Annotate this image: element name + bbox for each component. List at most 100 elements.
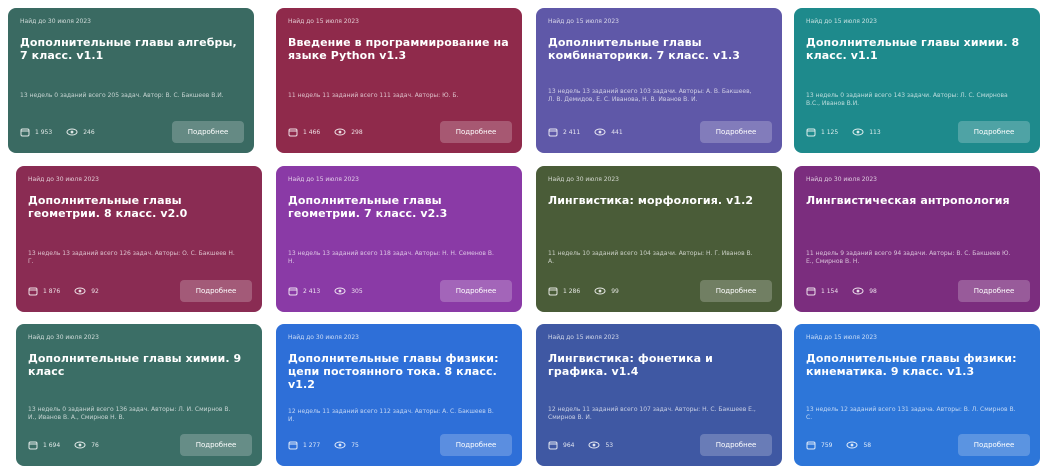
details-button[interactable]: Подробнее <box>958 434 1030 456</box>
course-meta: 11 недель 10 заданий всего 104 задачи. А… <box>548 250 753 265</box>
deadline-badge: Найд до 30 июля 2023 <box>28 176 99 183</box>
students-count: 1 125 <box>821 128 839 136</box>
details-button[interactable]: Подробнее <box>180 434 252 456</box>
eye-icon <box>334 128 346 136</box>
eye-icon <box>334 441 346 449</box>
calendar-icon <box>806 441 816 450</box>
views-stat: 75 <box>334 441 359 449</box>
card-footer: 1 953 246 Подробнее <box>20 121 244 143</box>
students-count: 964 <box>563 441 575 449</box>
details-button[interactable]: Подробнее <box>700 121 772 143</box>
course-title[interactable]: Лингвистика: фонетика и графика. v1.4 <box>548 352 770 378</box>
students-stat: 759 <box>806 440 832 450</box>
eye-icon <box>846 441 858 449</box>
students-count: 1 466 <box>303 128 321 136</box>
details-button[interactable]: Подробнее <box>700 434 772 456</box>
course-title[interactable]: Дополнительные главы алгебры, 7 класс. v… <box>20 36 242 62</box>
eye-icon <box>74 441 86 449</box>
course-card[interactable]: Найд до 30 июля 2023 Дополнительные глав… <box>16 324 262 466</box>
card-footer: 2 411 441 Подробнее <box>548 121 772 143</box>
calendar-icon <box>288 441 298 450</box>
views-count: 113 <box>869 128 881 136</box>
details-button[interactable]: Подробнее <box>440 434 512 456</box>
views-stat: 246 <box>66 128 95 136</box>
students-stat: 2 413 <box>288 286 320 296</box>
course-card[interactable]: Найд до 15 июля 2023 Дополнительные глав… <box>794 8 1040 153</box>
course-title[interactable]: Дополнительные главы химии. 8 класс. v1.… <box>806 36 1028 62</box>
calendar-icon <box>548 441 558 450</box>
views-stat: 53 <box>588 441 613 449</box>
views-stat: 92 <box>74 287 99 295</box>
students-stat: 1 154 <box>806 286 838 296</box>
course-card[interactable]: Найд до 30 июля 2023 Дополнительные глав… <box>276 324 522 466</box>
card-footer: 964 53 Подробнее <box>548 434 772 456</box>
deadline-badge: Найд до 15 июля 2023 <box>548 334 619 341</box>
course-title[interactable]: Лингвистическая антропология <box>806 194 1028 207</box>
details-button[interactable]: Подробнее <box>180 280 252 302</box>
deadline-badge: Найд до 30 июля 2023 <box>548 176 619 183</box>
course-title[interactable]: Дополнительные главы химии. 9 класс <box>28 352 250 378</box>
views-stat: 98 <box>852 287 877 295</box>
students-count: 1 876 <box>43 287 61 295</box>
course-title[interactable]: Дополнительные главы физики: цепи постоя… <box>288 352 510 391</box>
views-stat: 58 <box>846 441 871 449</box>
course-meta: 13 недель 13 заданий всего 103 задачи. А… <box>548 88 752 103</box>
calendar-icon <box>548 287 558 296</box>
deadline-badge: Найд до 15 июля 2023 <box>288 18 359 25</box>
eye-icon <box>594 128 606 136</box>
views-count: 298 <box>351 128 363 136</box>
card-footer: 1 466 298 Подробнее <box>288 121 512 143</box>
students-count: 1 154 <box>821 287 839 295</box>
views-stat: 305 <box>334 287 363 295</box>
course-card[interactable]: Найд до 15 июля 2023 Дополнительные глав… <box>536 8 782 153</box>
course-card[interactable]: Найд до 30 июля 2023 Лингвистическая ант… <box>794 166 1040 312</box>
views-count: 53 <box>605 441 614 449</box>
details-button[interactable]: Подробнее <box>440 121 512 143</box>
deadline-badge: Найд до 15 июля 2023 <box>548 18 619 25</box>
students-stat: 2 411 <box>548 127 580 137</box>
course-title[interactable]: Лингвистика: морфология. v1.2 <box>548 194 770 207</box>
eye-icon <box>594 287 606 295</box>
details-button[interactable]: Подробнее <box>958 121 1030 143</box>
course-title[interactable]: Дополнительные главы геометрии. 7 класс.… <box>288 194 510 220</box>
course-card[interactable]: Найд до 15 июля 2023 Дополнительные глав… <box>276 166 522 312</box>
course-meta: 13 недель 0 заданий всего 136 задач. Авт… <box>28 406 231 421</box>
deadline-badge: Найд до 30 июля 2023 <box>288 334 359 341</box>
calendar-icon <box>28 287 38 296</box>
eye-icon <box>66 128 78 136</box>
deadline-badge: Найд до 30 июля 2023 <box>806 176 877 183</box>
course-card[interactable]: Найд до 15 июля 2023 Введение в программ… <box>276 8 522 153</box>
card-footer: 1 277 75 Подробнее <box>288 434 512 456</box>
eye-icon <box>334 287 346 295</box>
course-title[interactable]: Дополнительные главы физики: кинематика.… <box>806 352 1028 378</box>
views-count: 246 <box>83 128 95 136</box>
course-card[interactable]: Найд до 15 июля 2023 Дополнительные глав… <box>794 324 1040 466</box>
course-card[interactable]: Найд до 30 июля 2023 Дополнительные глав… <box>8 8 254 153</box>
course-title[interactable]: Дополнительные главы комбинаторики. 7 кл… <box>548 36 770 62</box>
details-button[interactable]: Подробнее <box>440 280 512 302</box>
students-stat: 1 286 <box>548 286 580 296</box>
views-count: 99 <box>611 287 619 295</box>
course-meta: 12 недель 11 заданий всего 107 задач. Ав… <box>548 406 756 421</box>
views-count: 441 <box>611 128 623 136</box>
deadline-badge: Найд до 15 июля 2023 <box>288 176 359 183</box>
course-meta: 12 недель 11 заданий всего 112 задач. Ав… <box>288 408 494 423</box>
calendar-icon <box>288 287 298 296</box>
students-stat: 1 876 <box>28 286 60 296</box>
views-count: 75 <box>351 441 359 449</box>
course-card[interactable]: Найд до 15 июля 2023 Лингвистика: фонети… <box>536 324 782 466</box>
card-footer: 1 694 76 Подробнее <box>28 434 252 456</box>
card-footer: 759 58 Подробнее <box>806 434 1030 456</box>
card-footer: 1 125 113 Подробнее <box>806 121 1030 143</box>
details-button[interactable]: Подробнее <box>958 280 1030 302</box>
course-card[interactable]: Найд до 30 июля 2023 Лингвистика: морфол… <box>536 166 782 312</box>
deadline-badge: Найд до 15 июля 2023 <box>806 18 877 25</box>
course-title[interactable]: Дополнительные главы геометрии. 8 класс.… <box>28 194 250 220</box>
course-title[interactable]: Введение в программирование на языке Pyt… <box>288 36 510 62</box>
details-button[interactable]: Подробнее <box>700 280 772 302</box>
details-button[interactable]: Подробнее <box>172 121 244 143</box>
views-count: 76 <box>91 441 99 449</box>
students-stat: 1 466 <box>288 127 320 137</box>
views-count: 98 <box>869 287 877 295</box>
course-card[interactable]: Найд до 30 июля 2023 Дополнительные глав… <box>16 166 262 312</box>
